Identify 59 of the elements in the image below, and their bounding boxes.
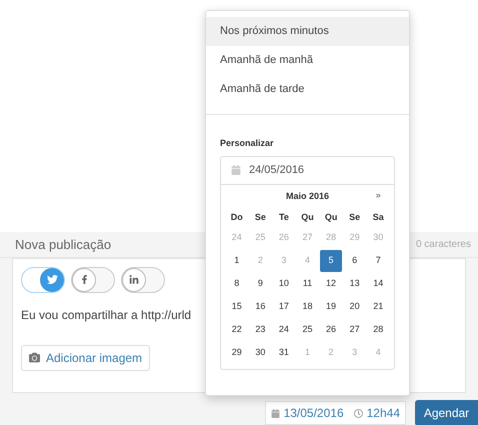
calendar-day[interactable]: 11: [296, 273, 318, 295]
next-month-button[interactable]: »: [366, 184, 390, 206]
camera-icon: [29, 352, 40, 364]
calendar-icon: [270, 408, 280, 418]
menu-option[interactable]: Amanhã de tarde: [206, 75, 409, 104]
calendar-day[interactable]: 24: [272, 319, 295, 341]
calendar-day[interactable]: 29: [226, 342, 248, 364]
schedule-date[interactable]: 13/05/2016: [284, 404, 344, 422]
calendar-day[interactable]: 23: [249, 319, 272, 341]
calendar-day[interactable]: 17: [272, 296, 295, 318]
calendar-day[interactable]: 21: [367, 296, 390, 318]
calendar-day[interactable]: 6: [344, 250, 366, 272]
calendar-day[interactable]: 9: [249, 273, 272, 295]
panel-title: Nova publicação: [15, 236, 112, 254]
weekday-label: Se: [348, 210, 362, 224]
calendar-day[interactable]: 25: [296, 319, 318, 341]
weekday-label: Do: [230, 210, 244, 224]
calendar-day[interactable]: 14: [367, 273, 390, 295]
weekday-label: Qu: [324, 210, 338, 224]
month-title: Maio 2016: [284, 190, 330, 202]
calendar-day[interactable]: 10: [272, 273, 295, 295]
menu-option[interactable]: Amanhã de manhã: [206, 46, 409, 75]
calendar-day[interactable]: 18: [296, 296, 318, 318]
custom-label: Personalizar: [219, 137, 275, 150]
network-toggle[interactable]: [21, 266, 65, 293]
f-logo-icon: [80, 275, 88, 284]
calendar-day[interactable]: 22: [226, 319, 248, 341]
calendar-day[interactable]: 12: [320, 273, 342, 295]
calendar-day[interactable]: 19: [320, 296, 342, 318]
calendar-day[interactable]: 7: [367, 250, 390, 272]
weekday-label: Te: [278, 210, 290, 224]
calendar-day[interactable]: 20: [344, 296, 366, 318]
network-toggle[interactable]: [71, 266, 115, 293]
calendar-day[interactable]: 16: [249, 296, 272, 318]
character-count: 0 caracteres: [416, 238, 471, 252]
network-toggle[interactable]: [121, 266, 165, 293]
add-image-button[interactable]: Adicionar imagem: [21, 344, 150, 371]
calendar-day[interactable]: 15: [226, 296, 248, 318]
clock-icon: [354, 408, 363, 418]
calendar-day[interactable]: 13: [344, 273, 366, 295]
schedule-time[interactable]: 12h44: [366, 404, 400, 422]
in-logo-icon: [129, 274, 139, 285]
calendar-day[interactable]: 28: [367, 319, 390, 341]
calendar-icon: [231, 165, 241, 175]
calendar-day[interactable]: 8: [226, 273, 248, 295]
schedule-button[interactable]: Agendar: [415, 400, 478, 425]
bird-icon: [46, 274, 58, 286]
weekday-label: Sa: [372, 210, 385, 224]
calendar-day[interactable]: 31: [272, 342, 295, 364]
calendar-day[interactable]: 1: [226, 250, 248, 272]
post-text: Eu vou compartilhar a http://urld: [21, 306, 192, 324]
calendar-day[interactable]: 30: [249, 342, 272, 364]
calendar-day[interactable]: 5: [320, 250, 342, 272]
menu-option[interactable]: Nos próximos minutos: [206, 17, 409, 46]
weekday-label: Se: [254, 210, 267, 224]
date-field[interactable]: 24/05/2016: [221, 156, 394, 184]
calendar-day[interactable]: 27: [344, 319, 366, 341]
calendar-day[interactable]: 26: [320, 319, 342, 341]
weekday-label: Qu: [300, 210, 315, 224]
